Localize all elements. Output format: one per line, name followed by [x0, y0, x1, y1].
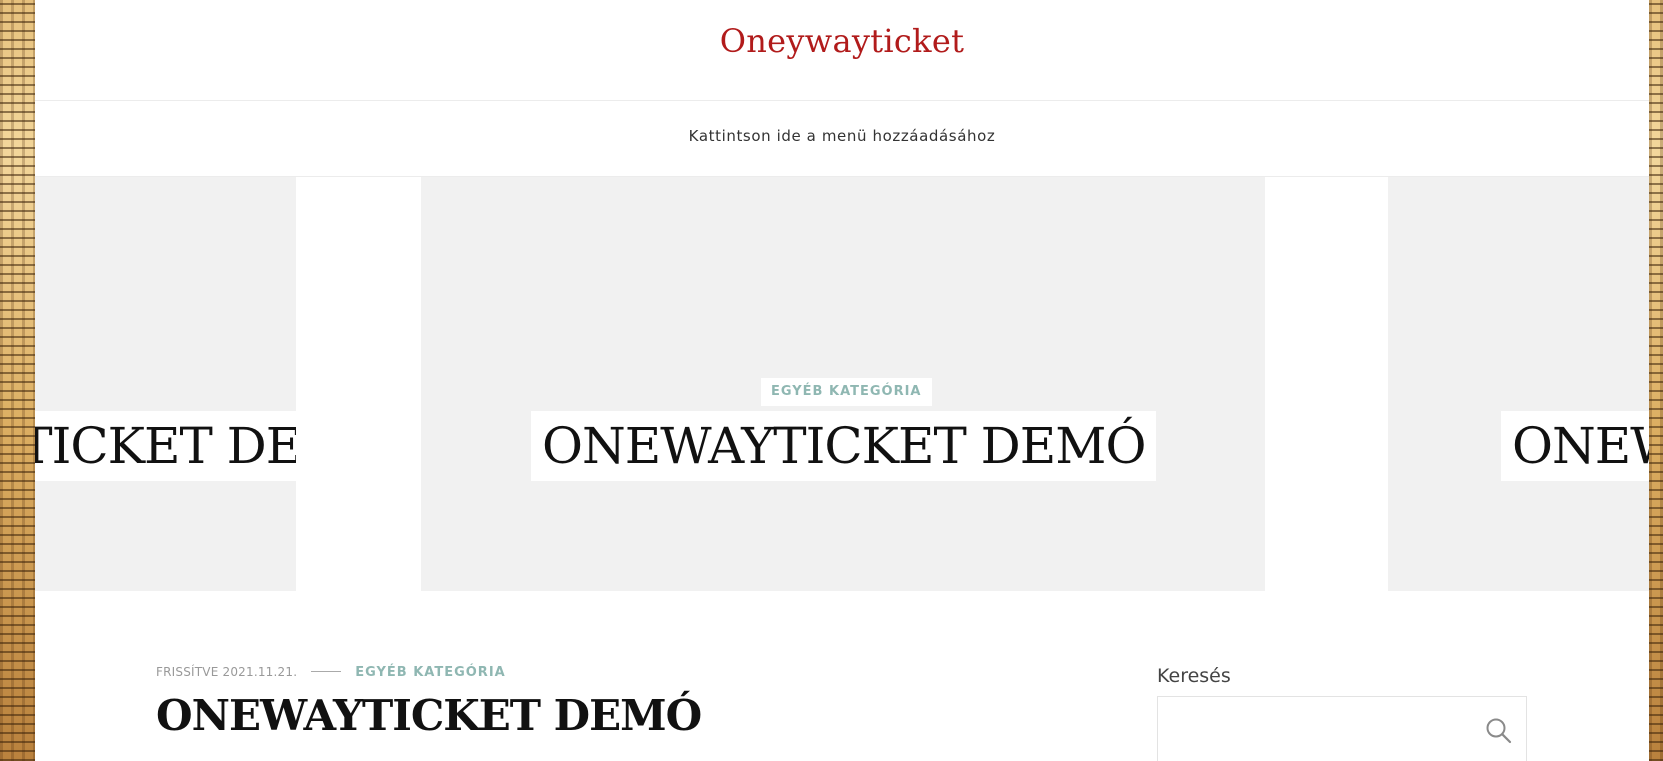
- slide-title[interactable]: ONEWAYTICKET DEMÓ: [531, 411, 1157, 481]
- slide-next[interactable]: ONEWAYTICKET DEMÓ: [1388, 177, 1649, 591]
- slide-title[interactable]: ONEWAYTICKET DEMÓ: [1501, 411, 1649, 481]
- post-category-link[interactable]: EGYÉB KATEGÓRIA: [355, 665, 506, 680]
- slide-active[interactable]: EGYÉB KATEGÓRIA ONEWAYTICKET DEMÓ: [421, 177, 1265, 591]
- add-menu-link[interactable]: Kattintson ide a menü hozzáadásához: [35, 127, 1649, 145]
- slide-title[interactable]: ONEWAYTICKET DEMÓ: [35, 411, 296, 481]
- site-header: Oneywayticket: [35, 0, 1649, 101]
- main-navigation: Kattintson ide a menü hozzáadásához: [35, 101, 1649, 177]
- featured-slider: ONEWAYTICKET DEMÓ EGYÉB KATEGÓRIA ONEWAY…: [35, 177, 1649, 591]
- search-button[interactable]: [1484, 716, 1514, 746]
- site-title[interactable]: Oneywayticket: [35, 22, 1649, 60]
- main-content: FRISSÍTVE 2021.11.21. EGYÉB KATEGÓRIA ONE…: [35, 591, 1649, 761]
- search-widget-title: Keresés: [1157, 665, 1231, 687]
- slide-category[interactable]: EGYÉB KATEGÓRIA: [761, 378, 932, 406]
- page-container: Oneywayticket Kattintson ide a menü hozz…: [35, 0, 1649, 761]
- post-meta: FRISSÍTVE 2021.11.21. EGYÉB KATEGÓRIA: [156, 661, 506, 680]
- search-form: [1157, 696, 1527, 761]
- background-sheet-music-right: [1649, 0, 1663, 761]
- meta-divider: [311, 671, 342, 672]
- slide-previous[interactable]: ONEWAYTICKET DEMÓ: [35, 177, 296, 591]
- background-sheet-music-left: [0, 0, 35, 761]
- search-input[interactable]: [1158, 697, 1458, 761]
- search-icon: [1486, 718, 1512, 744]
- post-title[interactable]: ONEWAYTICKET DEMÓ: [156, 691, 702, 740]
- post-updated-date: FRISSÍTVE 2021.11.21.: [156, 665, 298, 679]
